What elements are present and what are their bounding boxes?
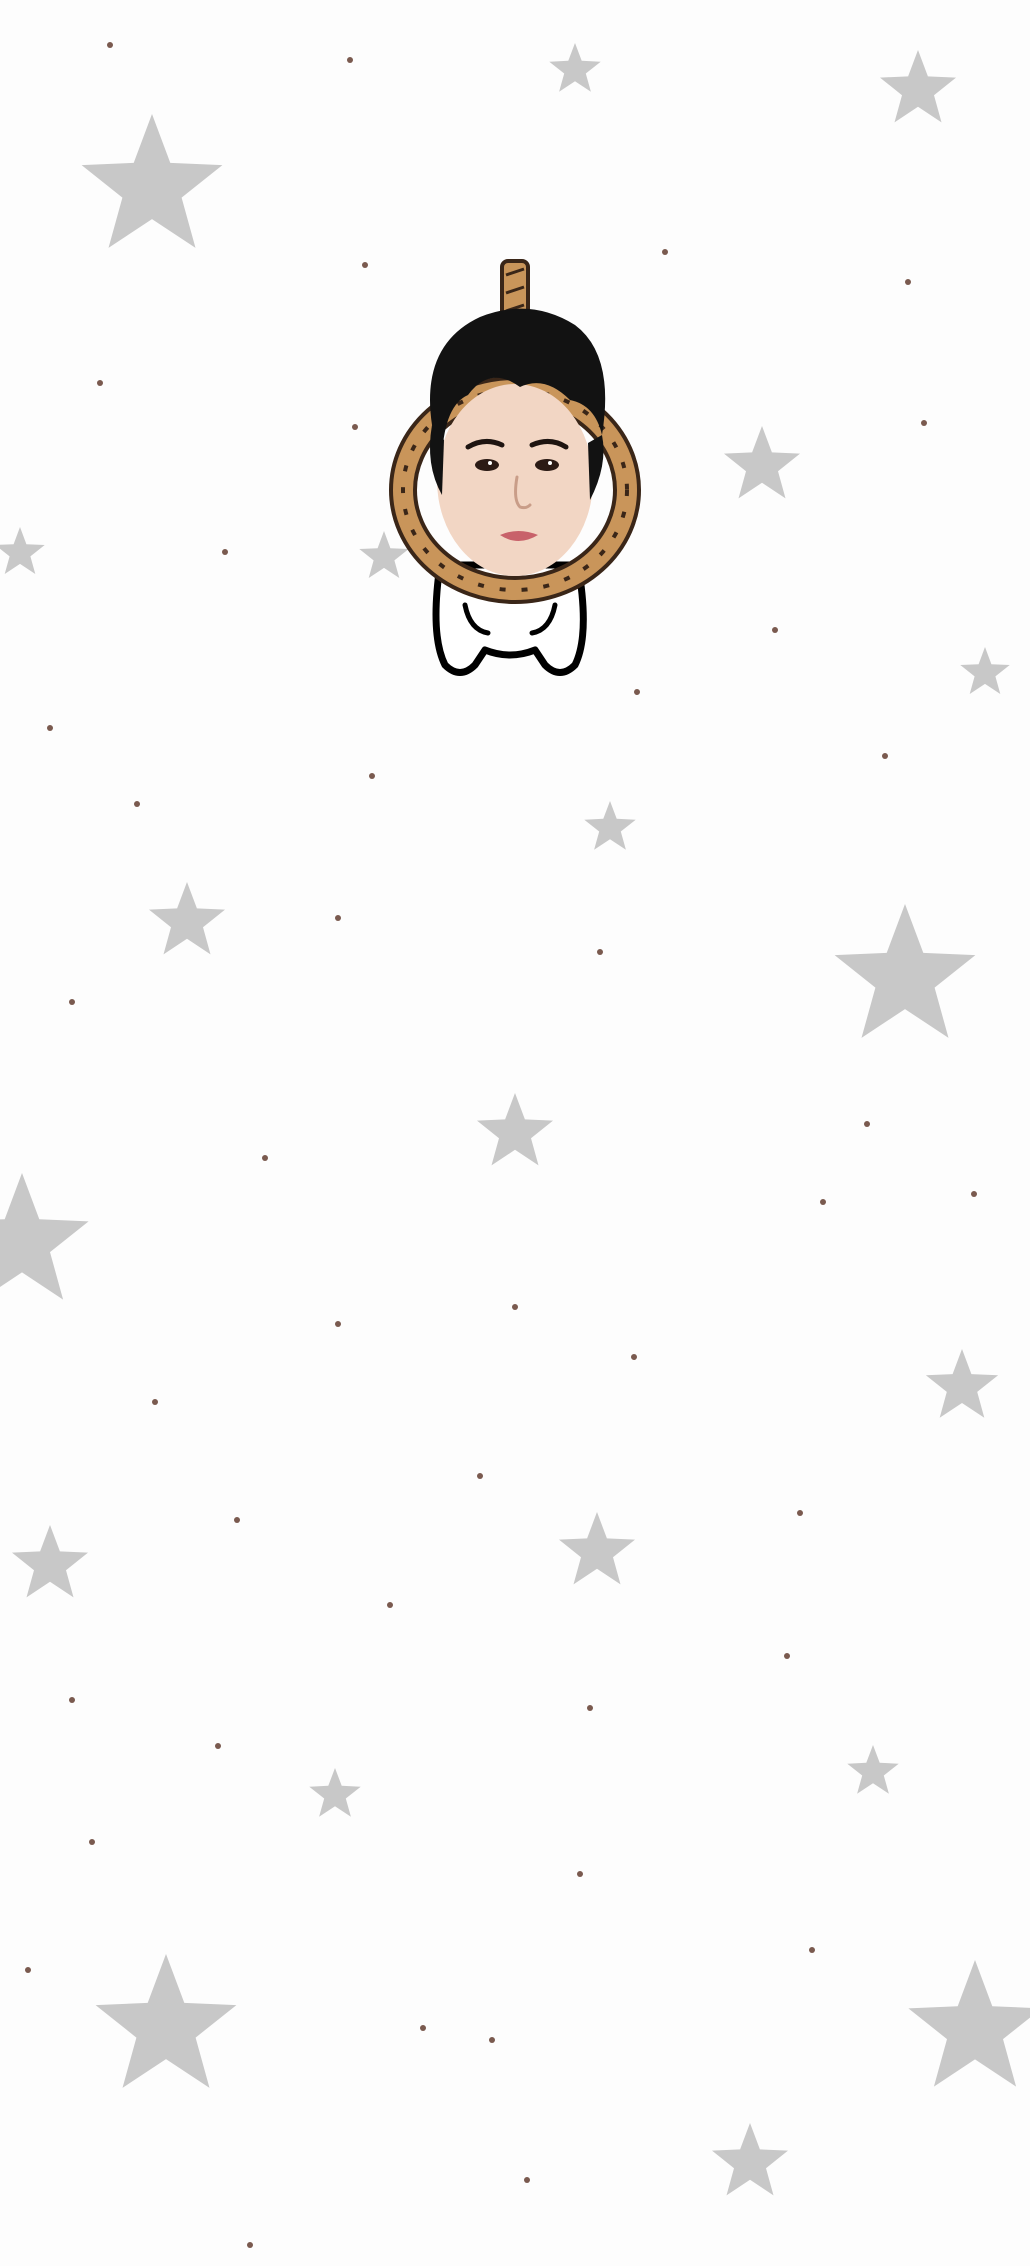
dot-icon xyxy=(69,999,75,1005)
dot-icon xyxy=(864,1121,870,1127)
cartoon-face-icon xyxy=(429,308,606,576)
dot-icon xyxy=(352,424,358,430)
dot-icon xyxy=(882,753,888,759)
dot-icon xyxy=(512,1304,518,1310)
dot-icon xyxy=(362,262,368,268)
dot-icon xyxy=(577,1871,583,1877)
star-icon xyxy=(95,1954,237,2088)
dot-icon xyxy=(784,1653,790,1659)
star-icon xyxy=(559,1512,635,1585)
dot-icon xyxy=(597,949,603,955)
wallpaper xyxy=(0,0,1030,2266)
dot-icon xyxy=(797,1510,803,1516)
dot-icon xyxy=(971,1191,977,1197)
hanging-character xyxy=(389,259,641,676)
dot-icon xyxy=(369,773,375,779)
star-icon xyxy=(880,50,956,123)
star-icon xyxy=(925,1349,999,1418)
dot-icon xyxy=(247,2242,253,2248)
star-icon xyxy=(960,647,1010,694)
dot-icon xyxy=(347,57,353,63)
dot-icon xyxy=(772,627,778,633)
star-icon xyxy=(149,882,225,955)
dot-icon xyxy=(107,42,113,48)
dot-icon xyxy=(262,1155,268,1161)
dot-icon xyxy=(820,1199,826,1205)
star-icon xyxy=(712,2123,788,2196)
star-icon xyxy=(584,801,636,850)
dot-icon xyxy=(134,801,140,807)
dot-icon xyxy=(524,2177,530,2183)
star-icon xyxy=(0,527,45,574)
dot-icon xyxy=(921,420,927,426)
dot-icon xyxy=(489,2037,495,2043)
dot-icon xyxy=(25,1967,31,1973)
dot-icon xyxy=(477,1473,483,1479)
dot-icon xyxy=(387,1602,393,1608)
dot-icon xyxy=(215,1743,221,1749)
star-icon xyxy=(847,1745,899,1794)
star-icon xyxy=(12,1525,88,1598)
dot-icon xyxy=(69,1697,75,1703)
dot-icon xyxy=(662,249,668,255)
dot-icon xyxy=(89,1839,95,1845)
star-icon xyxy=(549,43,601,92)
dot-icon xyxy=(97,380,103,386)
star-icon xyxy=(834,904,976,1038)
dot-icon xyxy=(809,1947,815,1953)
dot-icon xyxy=(152,1399,158,1405)
star-icon xyxy=(724,426,800,499)
star-icon xyxy=(0,1173,89,1300)
dot-icon xyxy=(634,689,640,695)
dot-icon xyxy=(335,915,341,921)
star-icon xyxy=(309,1768,361,1817)
dot-icon xyxy=(905,279,911,285)
dot-icon xyxy=(631,1354,637,1360)
dot-icon xyxy=(335,1321,341,1327)
dot-icon xyxy=(222,549,228,555)
dot-icon xyxy=(587,1705,593,1711)
star-icon xyxy=(477,1093,553,1166)
star-icon xyxy=(81,114,223,248)
dot-icon xyxy=(234,1517,240,1523)
dot-icon xyxy=(47,725,53,731)
dot-icon xyxy=(420,2025,426,2031)
star-icon xyxy=(908,1960,1030,2087)
